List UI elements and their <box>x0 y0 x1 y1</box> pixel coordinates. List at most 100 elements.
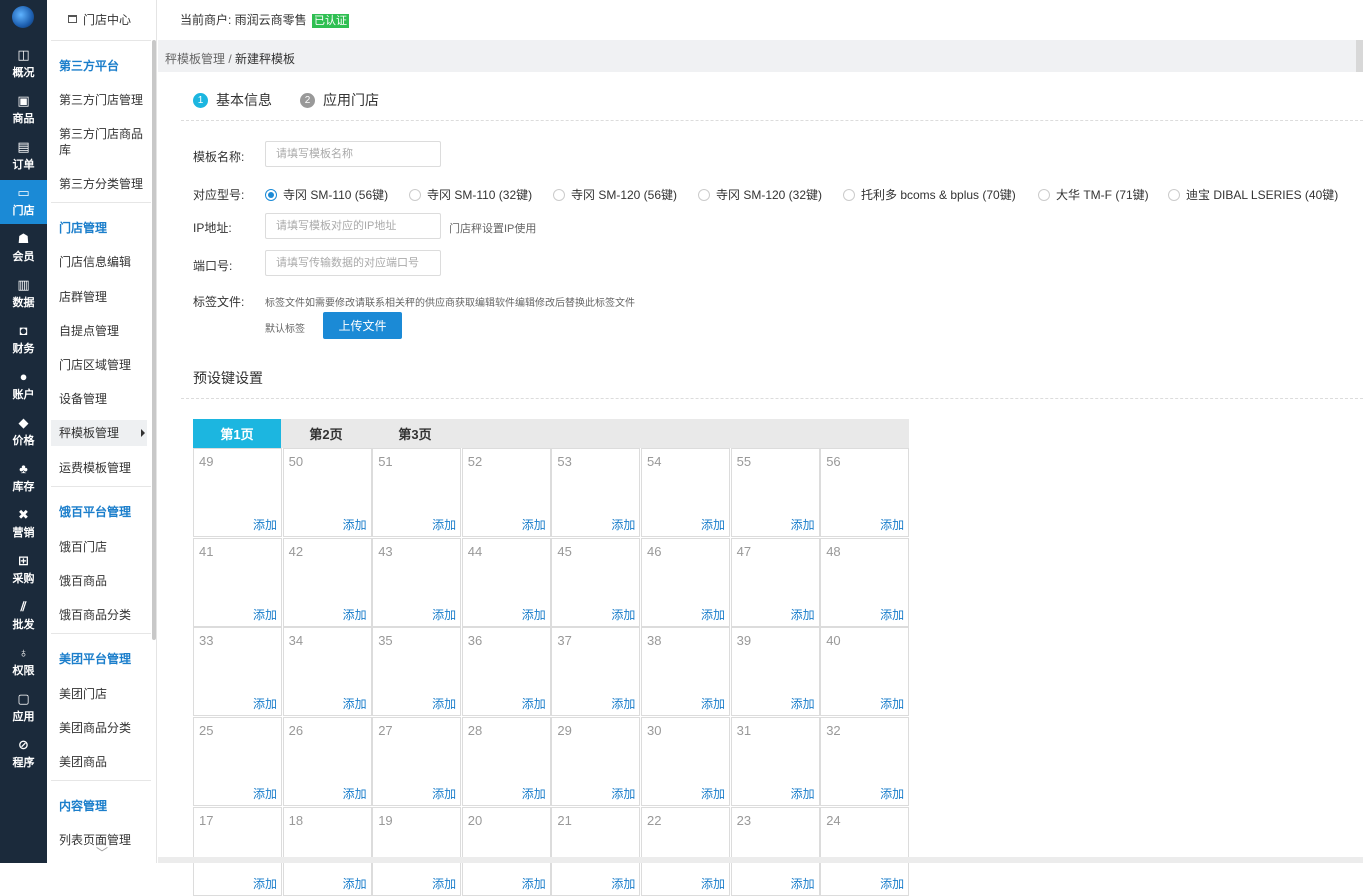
add-key-link[interactable]: 添加 <box>791 516 815 533</box>
add-key-link[interactable]: 添加 <box>611 516 635 533</box>
add-key-link[interactable]: 添加 <box>791 875 815 892</box>
key-cell[interactable]: 19 添加 <box>372 806 462 896</box>
add-key-link[interactable]: 添加 <box>343 695 367 712</box>
add-key-link[interactable]: 添加 <box>522 785 546 802</box>
key-cell[interactable]: 40 添加 <box>820 627 910 717</box>
key-cell[interactable]: 27 添加 <box>372 717 462 807</box>
rail-item[interactable]: ◘ 财务 <box>0 318 47 362</box>
add-key-link[interactable]: 添加 <box>343 516 367 533</box>
add-key-link[interactable]: 添加 <box>343 875 367 892</box>
rail-item[interactable]: ☗ 会员 <box>0 226 47 270</box>
add-key-link[interactable]: 添加 <box>522 606 546 623</box>
sidebar-link[interactable]: 美团商品 <box>59 754 151 770</box>
main-scrollbar[interactable] <box>1356 40 1363 72</box>
add-key-link[interactable]: 添加 <box>701 516 725 533</box>
key-cell[interactable]: 45 添加 <box>551 537 641 627</box>
add-key-link[interactable]: 添加 <box>343 606 367 623</box>
key-cell[interactable]: 43 添加 <box>372 537 462 627</box>
key-cell[interactable]: 36 添加 <box>461 627 551 717</box>
add-key-link[interactable]: 添加 <box>611 695 635 712</box>
key-cell[interactable]: 37 添加 <box>551 627 641 717</box>
key-cell[interactable]: 51 添加 <box>372 448 462 537</box>
key-cell[interactable]: 44 添加 <box>461 537 551 627</box>
key-cell[interactable]: 39 添加 <box>730 627 820 717</box>
rail-item[interactable]: ♁ 权限 <box>0 640 47 684</box>
sidebar-link[interactable]: 运费模板管理 <box>59 460 151 476</box>
rail-item[interactable]: ● 账户 <box>0 364 47 408</box>
key-cell[interactable]: 17 添加 <box>193 806 282 896</box>
rail-item[interactable]: ▢ 应用 <box>0 686 47 730</box>
add-key-link[interactable]: 添加 <box>522 695 546 712</box>
key-cell[interactable]: 31 添加 <box>730 717 820 807</box>
key-cell[interactable]: 53 添加 <box>551 448 641 537</box>
add-key-link[interactable]: 添加 <box>343 785 367 802</box>
key-cell[interactable]: 28 添加 <box>461 717 551 807</box>
key-cell[interactable]: 23 添加 <box>730 806 820 896</box>
add-key-link[interactable]: 添加 <box>701 606 725 623</box>
add-key-link[interactable]: 添加 <box>432 606 456 623</box>
model-radio[interactable]: 寺冈 SM-110 (32键) <box>409 186 532 203</box>
add-key-link[interactable]: 添加 <box>611 606 635 623</box>
rail-item[interactable]: ✖ 营销 <box>0 502 47 546</box>
key-cell[interactable]: 55 添加 <box>730 448 820 537</box>
rail-item[interactable]: ▥ 数据 <box>0 272 47 316</box>
key-cell[interactable]: 33 添加 <box>193 627 282 717</box>
key-cell[interactable]: 30 添加 <box>641 717 730 807</box>
sidebar-link[interactable]: 饿百商品分类 <box>59 607 151 623</box>
sidebar-link[interactable]: 自提点管理 <box>59 323 151 339</box>
add-key-link[interactable]: 添加 <box>253 516 277 533</box>
sidebar-link[interactable]: 门店信息编辑 <box>59 254 151 270</box>
model-radio[interactable]: 寺冈 SM-120 (56键) <box>553 186 677 203</box>
model-radio[interactable]: 寺冈 SM-110 (56键) <box>265 186 388 203</box>
add-key-link[interactable]: 添加 <box>791 695 815 712</box>
add-key-link[interactable]: 添加 <box>611 785 635 802</box>
add-key-link[interactable]: 添加 <box>701 695 725 712</box>
ip-input[interactable]: 请填写模板对应的IP地址 <box>265 213 441 239</box>
key-cell[interactable]: 24 添加 <box>820 806 910 896</box>
add-key-link[interactable]: 添加 <box>611 875 635 892</box>
rail-item[interactable]: ▭ 门店 <box>0 180 47 224</box>
template-name-input[interactable]: 请填写模板名称 <box>265 141 441 167</box>
sidebar-scrollbar[interactable] <box>152 40 156 640</box>
key-cell[interactable]: 50 添加 <box>282 448 372 537</box>
sidebar-link[interactable]: 饿百门店 <box>59 539 151 555</box>
key-cell[interactable]: 41 添加 <box>193 537 282 627</box>
rail-item[interactable]: ⊘ 程序 <box>0 732 47 776</box>
key-cell[interactable]: 35 添加 <box>372 627 462 717</box>
model-radio[interactable]: 大华 TM-F (71键) <box>1038 186 1149 203</box>
sidebar-link[interactable]: 美团商品分类 <box>59 720 151 736</box>
sidebar-link[interactable]: 设备管理 <box>59 391 151 407</box>
logo-icon[interactable] <box>12 6 34 28</box>
add-key-link[interactable]: 添加 <box>432 785 456 802</box>
rail-item[interactable]: ⫽ 批发 <box>0 594 47 638</box>
breadcrumb-parent[interactable]: 秤模板管理 <box>165 52 225 66</box>
rail-item[interactable]: ◫ 概况 <box>0 42 47 86</box>
sidebar-header[interactable]: 门店中心 <box>47 0 152 38</box>
step-apply-stores[interactable]: 2 应用门店 <box>300 90 379 110</box>
key-cell[interactable]: 42 添加 <box>282 537 372 627</box>
key-cell[interactable]: 52 添加 <box>461 448 551 537</box>
add-key-link[interactable]: 添加 <box>880 516 904 533</box>
key-cell[interactable]: 49 添加 <box>193 448 282 537</box>
rail-item[interactable]: ⊞ 采购 <box>0 548 47 592</box>
rail-item[interactable]: ▣ 商品 <box>0 88 47 132</box>
horizontal-scrollbar[interactable] <box>158 857 1363 863</box>
add-key-link[interactable]: 添加 <box>253 695 277 712</box>
sidebar-link[interactable]: 饿百商品 <box>59 573 151 589</box>
add-key-link[interactable]: 添加 <box>880 785 904 802</box>
model-radio[interactable]: 寺冈 SM-120 (32键) <box>698 186 822 203</box>
add-key-link[interactable]: 添加 <box>791 606 815 623</box>
key-cell[interactable]: 48 添加 <box>820 537 910 627</box>
sidebar-link[interactable]: 店群管理 <box>59 289 151 305</box>
key-cell[interactable]: 29 添加 <box>551 717 641 807</box>
add-key-link[interactable]: 添加 <box>432 516 456 533</box>
key-cell[interactable]: 46 添加 <box>641 537 730 627</box>
sidebar-link[interactable]: 秤模板管理 <box>51 420 147 446</box>
add-key-link[interactable]: 添加 <box>253 875 277 892</box>
key-cell[interactable]: 47 添加 <box>730 537 820 627</box>
key-cell[interactable]: 32 添加 <box>820 717 910 807</box>
sidebar-link[interactable]: 第三方分类管理 <box>59 176 151 192</box>
add-key-link[interactable]: 添加 <box>791 785 815 802</box>
key-cell[interactable]: 56 添加 <box>820 448 910 537</box>
tab-page-2[interactable]: 第2页 <box>281 419 371 448</box>
